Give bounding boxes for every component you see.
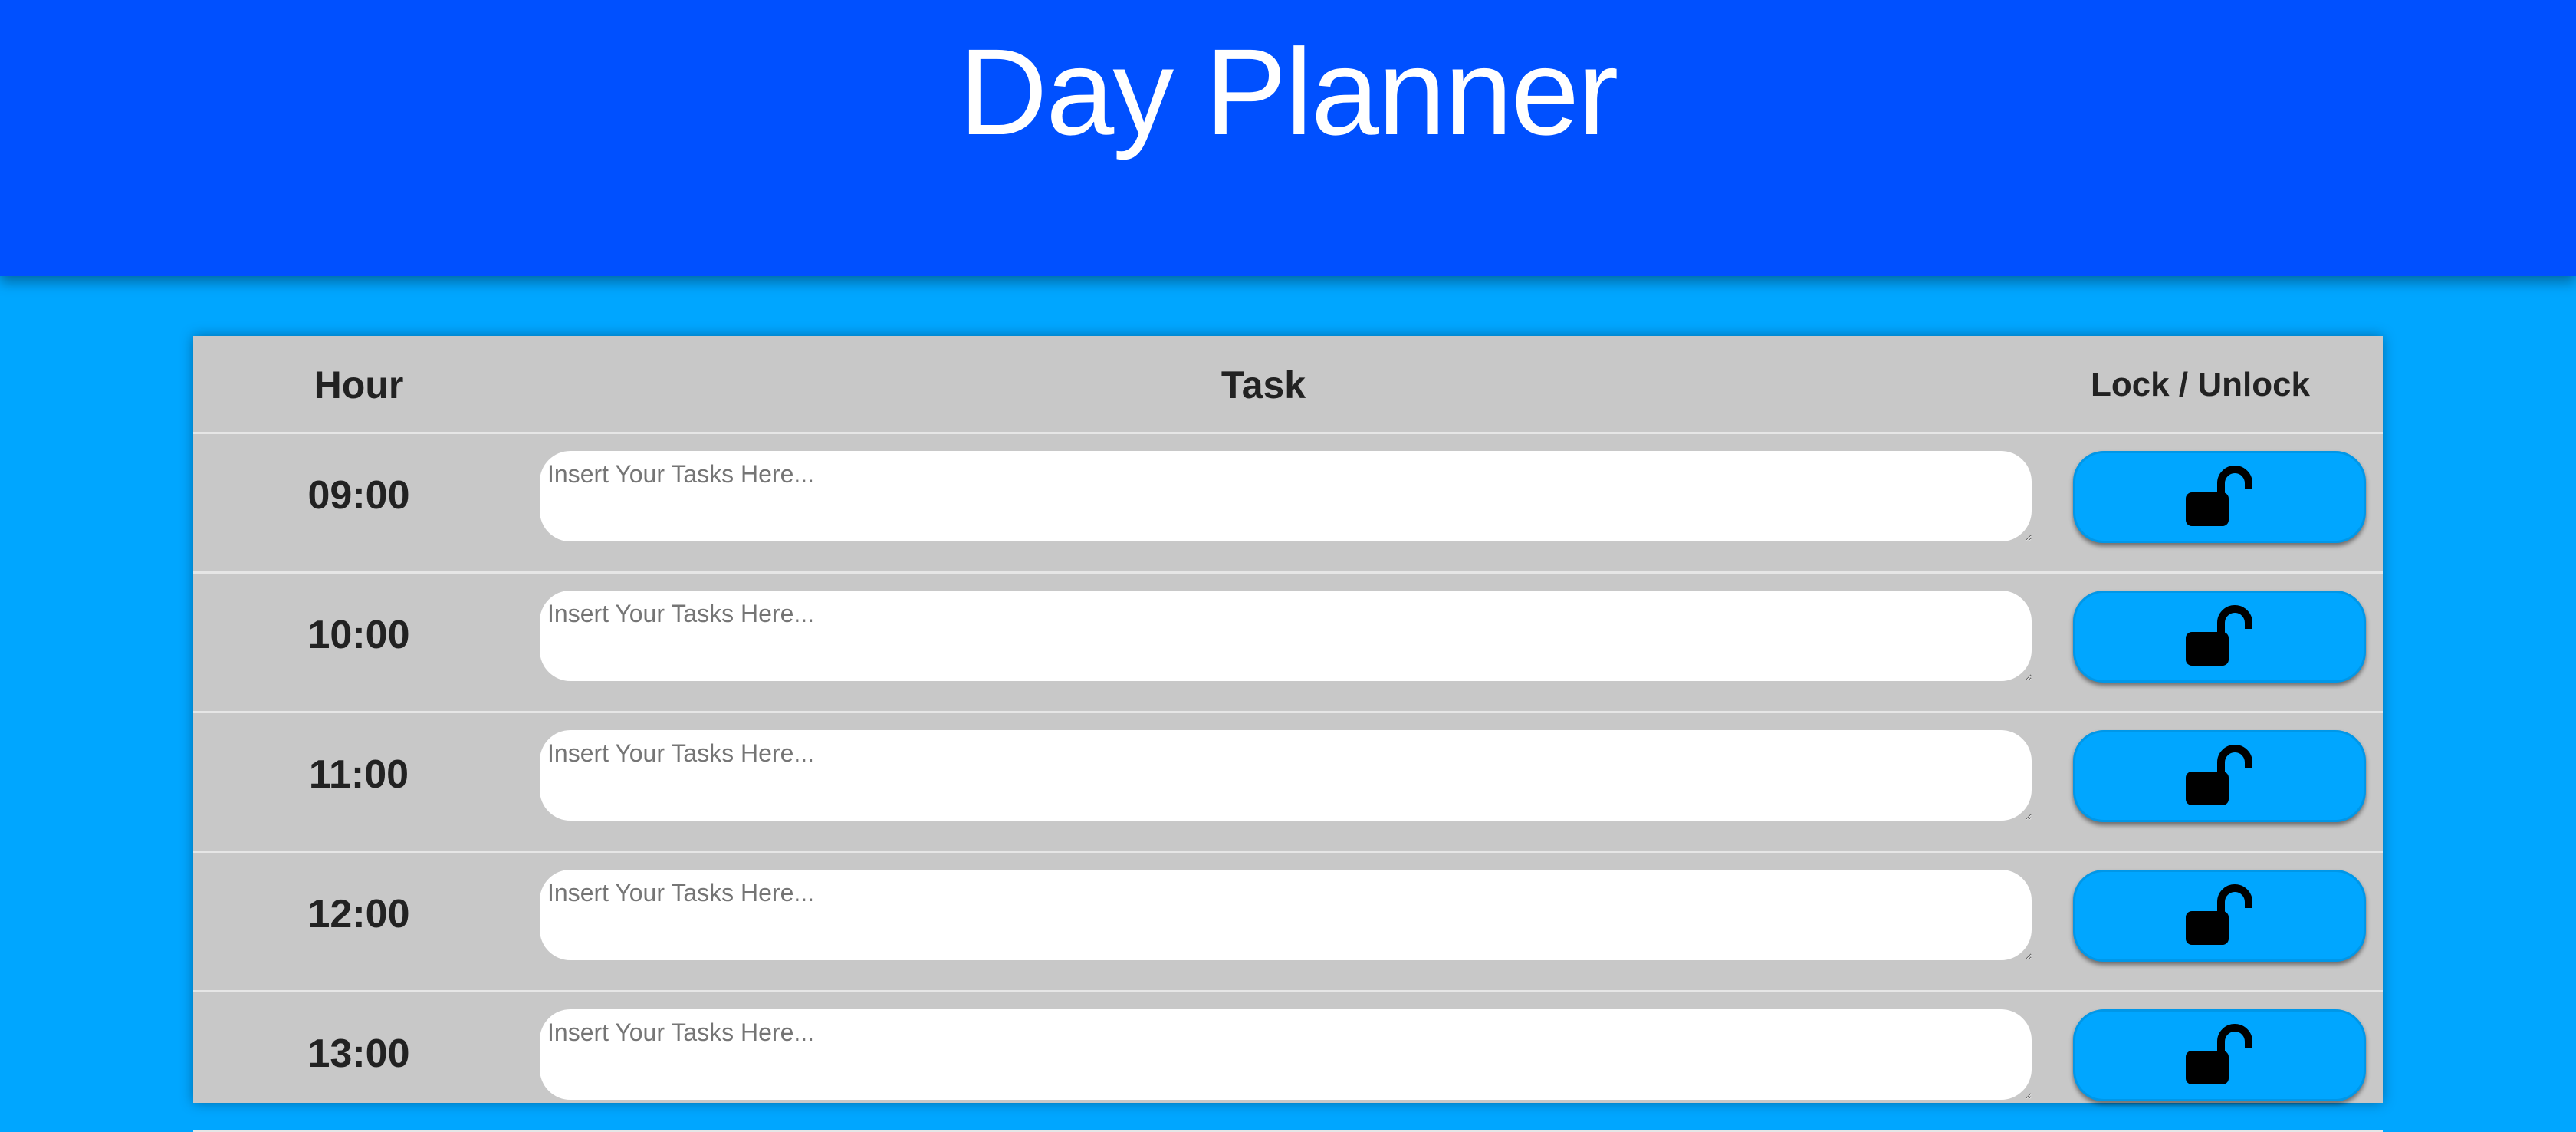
table-row: 09:00: [193, 434, 2383, 574]
unlock-icon: [2186, 605, 2252, 666]
task-input[interactable]: [540, 870, 2032, 960]
planner-table: Hour Task Lock / Unlock 09:00 10:00 11:0…: [193, 336, 2383, 1132]
lock-button[interactable]: [2073, 1009, 2366, 1101]
table-header-row: Hour Task Lock / Unlock: [193, 336, 2383, 434]
table-row: 13:00: [193, 992, 2383, 1132]
unlock-icon: [2186, 1024, 2252, 1084]
task-input[interactable]: [540, 591, 2032, 681]
table-row: 11:00: [193, 713, 2383, 853]
page-header: Day Planner: [0, 0, 2576, 276]
task-input[interactable]: [540, 451, 2032, 541]
unlock-icon: [2186, 745, 2252, 805]
unlock-icon: [2186, 466, 2252, 526]
lock-column-header: Lock / Unlock: [2090, 366, 2311, 403]
hour-label: 13:00: [307, 1032, 410, 1076]
task-input[interactable]: [540, 1009, 2032, 1100]
hour-label: 10:00: [307, 613, 410, 657]
table-row: 12:00: [193, 853, 2383, 992]
hour-label: 09:00: [307, 473, 410, 518]
lock-button[interactable]: [2073, 451, 2366, 543]
table-row: 10:00: [193, 574, 2383, 713]
hour-column-header: Hour: [314, 364, 404, 406]
hour-label: 12:00: [307, 892, 410, 936]
hour-label: 11:00: [308, 752, 409, 797]
unlock-icon: [2186, 884, 2252, 945]
lock-button[interactable]: [2073, 730, 2366, 822]
lock-button[interactable]: [2073, 870, 2366, 962]
task-input[interactable]: [540, 730, 2032, 821]
lock-button[interactable]: [2073, 591, 2366, 683]
task-column-header: Task: [1221, 364, 1306, 406]
page-title: Day Planner: [958, 23, 1618, 160]
